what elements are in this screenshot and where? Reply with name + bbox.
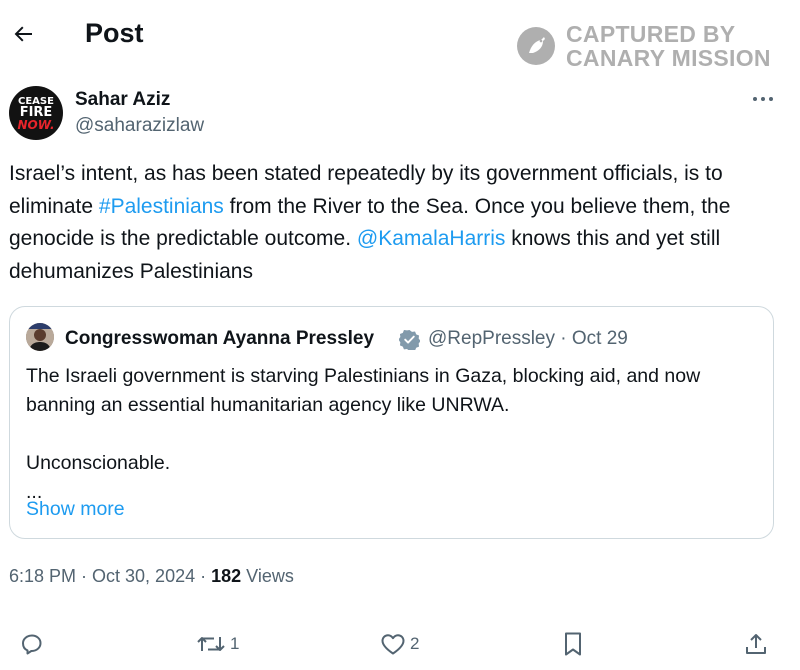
person-photo-icon	[26, 323, 54, 351]
views-count: 182	[211, 566, 242, 586]
page-title: Post	[85, 18, 144, 48]
quoted-handle-date: @RepPressley · Oct 29	[428, 328, 628, 349]
post-timestamp[interactable]: 6:18 PM · Oct 30, 2024 ·	[9, 566, 211, 586]
repost-button[interactable]: 1	[196, 628, 239, 660]
quoted-text-spacer	[26, 420, 761, 449]
verified-badge-icon	[399, 329, 420, 350]
capture-watermark: CAPTURED BY CANARY MISSION	[516, 22, 771, 70]
quoted-text-ellipsis: ...	[26, 481, 43, 503]
back-button[interactable]	[6, 14, 40, 54]
bookmark-button[interactable]	[562, 628, 584, 660]
quoted-author-name[interactable]: Congresswoman Ayanna Pressley	[65, 328, 374, 350]
share-icon	[746, 634, 766, 654]
quoted-text-line-2: Unconscionable.	[26, 452, 171, 474]
quoted-post-text: The Israeli government is starving Pales…	[26, 362, 761, 507]
arrow-left-icon	[14, 26, 32, 42]
quoted-author-avatar[interactable]	[26, 323, 54, 351]
heart-icon	[381, 634, 405, 655]
post-text: Israel’s intent, as has been stated repe…	[9, 158, 784, 288]
share-button[interactable]	[744, 628, 768, 660]
quoted-text-line-1: The Israeli government is starving Pales…	[26, 365, 701, 416]
repost-count: 1	[230, 634, 240, 653]
like-count: 2	[410, 634, 420, 653]
watermark-line-2: CANARY MISSION	[566, 45, 771, 71]
bookmark-icon	[565, 632, 581, 656]
more-horizontal-icon	[753, 97, 773, 101]
hashtag-link[interactable]: #Palestinians	[99, 195, 224, 218]
canary-logo-icon	[517, 27, 555, 65]
author-name[interactable]: Sahar Aziz	[75, 89, 170, 111]
post-metadata: 6:18 PM · Oct 30, 2024 · 182 Views	[9, 565, 294, 587]
show-more-link[interactable]: Show more	[26, 498, 125, 520]
like-button[interactable]: 2	[380, 628, 419, 660]
author-avatar[interactable]: CEASE FIRE NOW.	[9, 86, 63, 140]
repost-icon	[197, 637, 225, 651]
top-bar: Post CAPTURED BY CANARY MISSION	[0, 0, 800, 70]
avatar-text-3: NOW.	[17, 118, 55, 132]
more-options-button[interactable]	[746, 88, 780, 110]
quoted-post-card[interactable]: Congresswoman Ayanna Pressley @RepPressl…	[9, 306, 774, 539]
reply-button[interactable]	[20, 628, 48, 660]
action-bar: 1 2	[0, 622, 800, 666]
author-handle[interactable]: @saharazizlaw	[75, 115, 204, 137]
mention-link[interactable]: @KamalaHarris	[357, 227, 506, 250]
watermark-line-1: CAPTURED BY	[566, 21, 736, 47]
reply-icon	[22, 634, 42, 655]
views-label: Views	[241, 566, 294, 586]
